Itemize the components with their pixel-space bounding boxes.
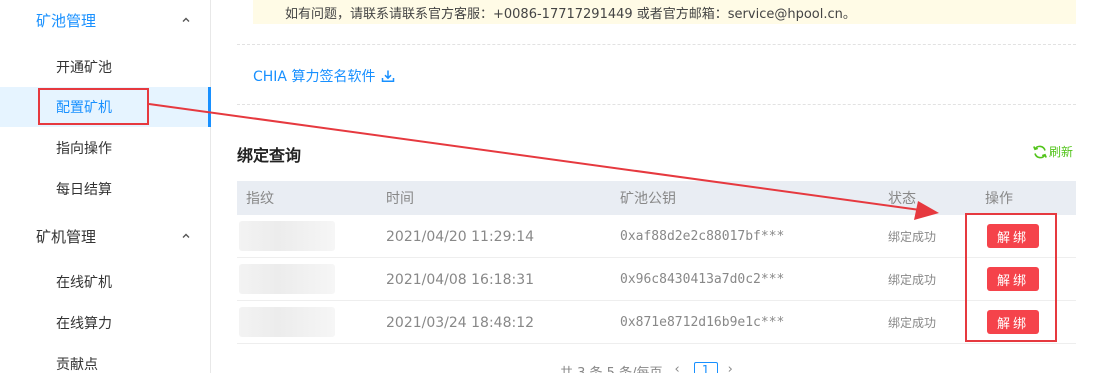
download-signing-software-link[interactable]: CHIA 算力签名软件 xyxy=(253,66,395,86)
column-header-status: 状态 xyxy=(888,191,916,207)
pagination-summary: 共 3 条 5 条/每页 xyxy=(560,362,662,373)
prev-page-icon[interactable]: ‹ xyxy=(674,362,679,373)
blurred-fingerprint xyxy=(239,264,335,294)
download-link-label: CHIA 算力签名软件 xyxy=(253,69,376,85)
sidebar-item-label: 贡献点 xyxy=(56,357,98,373)
refresh-icon xyxy=(1032,144,1048,160)
sidebar-item-online-hashrate[interactable]: 在线算力 xyxy=(0,303,210,343)
notice-banner: 如有问题，请联系请联系官方客服：+0086-17717291449 或者官方邮箱… xyxy=(253,0,1076,24)
status-cell: 绑定成功 xyxy=(888,230,937,244)
column-header-fingerprint: 指纹 xyxy=(246,191,274,207)
sidebar-item-point-operation[interactable]: 指向操作 xyxy=(0,128,210,168)
sidebar-group-label: 矿机管理 xyxy=(36,227,97,246)
sidebar-item-contribution[interactable]: 贡献点 xyxy=(0,344,210,373)
sidebar-item-label: 每日结算 xyxy=(56,182,112,198)
table-row: 2021/03/24 18:48:12 0x871e8712d16b9e1c**… xyxy=(237,301,1076,344)
table-row: 2021/04/20 11:29:14 0xaf88d2e2c88017bf**… xyxy=(237,215,1076,258)
chevron-up-icon xyxy=(181,231,191,241)
pubkey-cell: 0x96c8430413a7d0c2*** xyxy=(620,272,785,287)
sidebar-item-label: 指向操作 xyxy=(56,141,112,157)
page-button-current[interactable]: 1 xyxy=(693,362,718,373)
section-title: 绑定查询 xyxy=(237,146,302,165)
next-page-icon[interactable]: › xyxy=(728,362,733,373)
download-icon xyxy=(381,69,395,83)
sidebar-group-miner-management[interactable]: 矿机管理 xyxy=(0,216,210,256)
refresh-button[interactable]: 刷新 xyxy=(1032,143,1073,160)
column-header-time: 时间 xyxy=(386,191,414,207)
sidebar-group-label: 矿池管理 xyxy=(36,11,97,30)
pubkey-cell: 0xaf88d2e2c88017bf*** xyxy=(620,229,785,244)
blurred-fingerprint xyxy=(239,221,335,251)
divider xyxy=(237,44,1076,45)
blurred-fingerprint xyxy=(239,307,335,337)
column-header-pubkey: 矿池公钥 xyxy=(620,191,676,207)
pagination: 共 3 条 5 条/每页 ‹ 1 › xyxy=(560,362,733,373)
page-root: 矿池管理 开通矿池 配置矿机 指向操作 每日结算 矿机管理 在线矿机 在线算力 xyxy=(0,0,1098,373)
table-header: 指纹 时间 矿池公钥 状态 操作 xyxy=(237,181,1076,215)
sidebar-item-daily-settlement[interactable]: 每日结算 xyxy=(0,169,210,209)
sidebar-item-open-pool[interactable]: 开通矿池 xyxy=(0,47,210,87)
sidebar: 矿池管理 开通矿池 配置矿机 指向操作 每日结算 矿机管理 在线矿机 在线算力 xyxy=(0,0,211,373)
chevron-up-icon xyxy=(181,15,191,25)
sidebar-item-label: 在线算力 xyxy=(56,316,112,332)
time-cell: 2021/04/20 11:29:14 xyxy=(386,228,535,245)
column-header-action: 操作 xyxy=(985,191,1013,207)
annotation-highlight-unbind xyxy=(965,213,1057,342)
annotation-highlight-menu xyxy=(38,88,149,125)
refresh-label: 刷新 xyxy=(1049,145,1074,159)
sidebar-item-label: 开通矿池 xyxy=(56,60,112,76)
sidebar-item-label: 在线矿机 xyxy=(56,275,112,291)
pubkey-cell: 0x871e8712d16b9e1c*** xyxy=(620,315,785,330)
time-cell: 2021/04/08 16:18:31 xyxy=(386,271,535,288)
status-cell: 绑定成功 xyxy=(888,273,937,287)
table-row: 2021/04/08 16:18:31 0x96c8430413a7d0c2**… xyxy=(237,258,1076,301)
time-cell: 2021/03/24 18:48:12 xyxy=(386,314,535,331)
sidebar-item-online-miners[interactable]: 在线矿机 xyxy=(0,262,210,302)
divider xyxy=(237,104,1076,105)
sidebar-group-pool-management[interactable]: 矿池管理 xyxy=(0,0,210,40)
notice-text: 如有问题，请联系请联系官方客服：+0086-17717291449 或者官方邮箱… xyxy=(285,6,856,22)
status-cell: 绑定成功 xyxy=(888,316,937,330)
